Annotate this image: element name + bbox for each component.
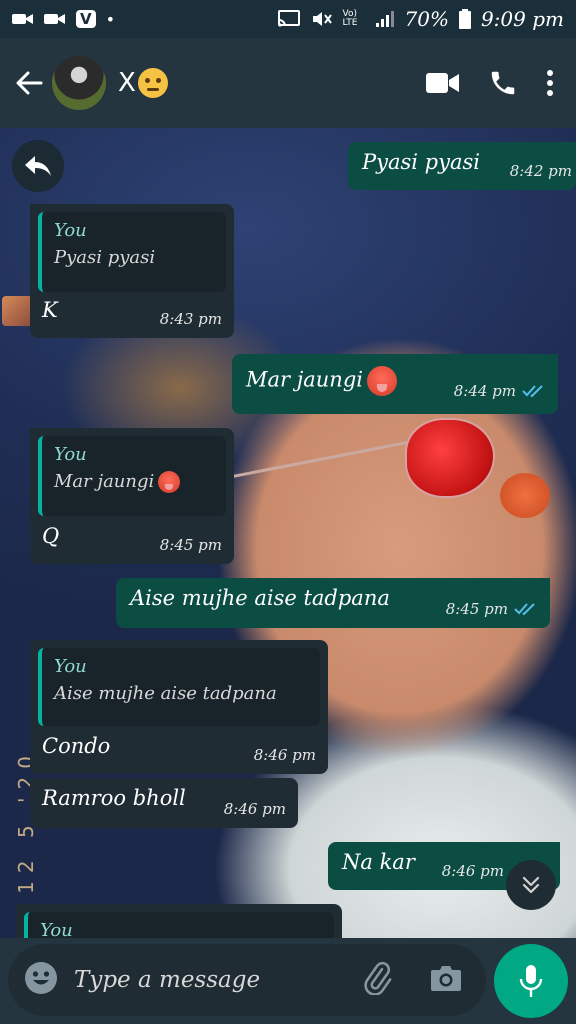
voice-call-button[interactable] — [488, 68, 518, 98]
contact-name: X — [118, 67, 136, 98]
mute-icon — [312, 12, 332, 26]
mic-icon — [519, 965, 543, 997]
emoji-icon — [25, 962, 57, 994]
reply-icon — [25, 156, 51, 176]
message-text: K — [42, 298, 58, 322]
more-vert-icon — [547, 70, 553, 96]
notification-dot: • — [105, 9, 116, 29]
quote-text-row: Mar jaungi — [54, 471, 214, 493]
video-notification-icon — [44, 14, 65, 24]
attach-button[interactable] — [360, 961, 394, 999]
battery-icon — [458, 9, 471, 29]
quote-author: You — [54, 444, 87, 465]
message-input[interactable]: Type a message — [8, 944, 486, 1016]
status-bar: V • Vo) LTE 70% 9:09 pm — [0, 0, 576, 38]
reply-button[interactable] — [12, 140, 64, 192]
voice-message-button[interactable] — [494, 944, 568, 1018]
contact-name-row[interactable]: X — [118, 68, 168, 99]
video-call-button[interactable] — [426, 72, 460, 94]
raised-eyebrow-emoji-icon — [137, 68, 168, 99]
quoted-message[interactable]: You — [24, 912, 334, 938]
back-arrow-icon — [16, 71, 43, 95]
back-button[interactable] — [6, 60, 52, 106]
message-incoming[interactable]: You Aise mujhe aise tadpana Condo 8:46 p… — [30, 640, 328, 774]
header-actions — [426, 68, 554, 98]
wallpaper-detail — [405, 418, 495, 498]
message-incoming[interactable]: You Pyasi pyasi K 8:43 pm — [30, 204, 234, 338]
message-incoming[interactable]: You Mar jaungi Q 8:45 pm — [30, 428, 234, 564]
message-incoming[interactable]: Ramroo bholl 8:46 pm — [30, 778, 298, 828]
quote-author: You — [40, 920, 73, 938]
message-text: Pyasi pyasi — [362, 150, 481, 174]
chat-area[interactable]: 12 5 '20 Pyasi pyasi 8:42 pm You Pyasi p… — [0, 128, 576, 938]
message-time: 8:46 pm — [441, 862, 504, 880]
quoted-message[interactable]: You Aise mujhe aise tadpana — [38, 648, 320, 726]
video-notification-icon — [12, 14, 33, 24]
signal-icon — [375, 11, 394, 27]
battery-percent: 70% — [404, 7, 449, 31]
message-time: 8:46 pm — [223, 800, 286, 818]
composer-bar: Type a message — [0, 938, 576, 1024]
message-outgoing[interactable]: Mar jaungi 8:44 pm — [232, 354, 558, 414]
wallpaper-detail — [500, 473, 550, 518]
message-text-row: Mar jaungi — [246, 366, 397, 396]
quote-text: Aise mujhe aise tadpana — [54, 683, 277, 704]
clock: 9:09 pm — [480, 7, 564, 31]
quoted-message[interactable]: You Pyasi pyasi — [38, 212, 226, 292]
message-text: Condo — [42, 734, 111, 758]
message-time: 8:44 pm — [454, 382, 546, 400]
message-time: 8:45 pm — [446, 600, 538, 618]
quote-author: You — [54, 220, 87, 241]
chat-header: X — [0, 38, 576, 128]
more-options-button[interactable] — [546, 69, 554, 97]
contact-avatar[interactable] — [52, 56, 106, 110]
quote-text: Pyasi pyasi — [54, 247, 156, 268]
message-outgoing[interactable]: Pyasi pyasi 8:42 pm — [348, 142, 576, 190]
camera-icon — [431, 966, 461, 991]
quote-author: You — [54, 656, 87, 677]
message-time: 8:45 pm — [159, 536, 222, 554]
wallpaper-detail — [231, 440, 409, 479]
cast-icon — [277, 10, 300, 27]
message-text: Aise mujhe aise tadpana — [130, 586, 390, 610]
read-ticks-icon — [514, 603, 535, 616]
attach-icon — [364, 961, 392, 996]
camera-button[interactable] — [430, 964, 462, 996]
chevrons-down-icon — [522, 876, 540, 894]
message-outgoing[interactable]: Aise mujhe aise tadpana 8:45 pm — [116, 578, 550, 628]
volte-indicator: Vo) LTE — [342, 9, 358, 28]
message-text: Q — [42, 524, 60, 548]
quoted-message[interactable]: You Mar jaungi — [38, 436, 226, 516]
phone-icon — [491, 71, 515, 95]
read-ticks-icon — [522, 385, 543, 398]
message-time: 8:46 pm — [253, 746, 316, 764]
message-time: 8:42 pm — [509, 162, 572, 180]
message-time: 8:43 pm — [159, 310, 222, 328]
composer-actions — [360, 961, 462, 999]
app-notification-icon: V — [76, 10, 96, 28]
message-text: Na kar — [342, 850, 415, 874]
emoji-button[interactable] — [24, 961, 58, 999]
status-notifications: V • — [12, 10, 115, 29]
hot-face-emoji-icon — [158, 471, 181, 493]
hot-face-emoji-icon — [366, 366, 397, 396]
scroll-to-bottom-button[interactable] — [506, 860, 556, 910]
video-call-icon — [426, 73, 459, 93]
message-text: Ramroo bholl — [42, 786, 186, 810]
message-placeholder: Type a message — [74, 967, 261, 993]
message-incoming[interactable]: You — [16, 904, 342, 938]
status-system: Vo) LTE 70% 9:09 pm — [277, 7, 564, 31]
